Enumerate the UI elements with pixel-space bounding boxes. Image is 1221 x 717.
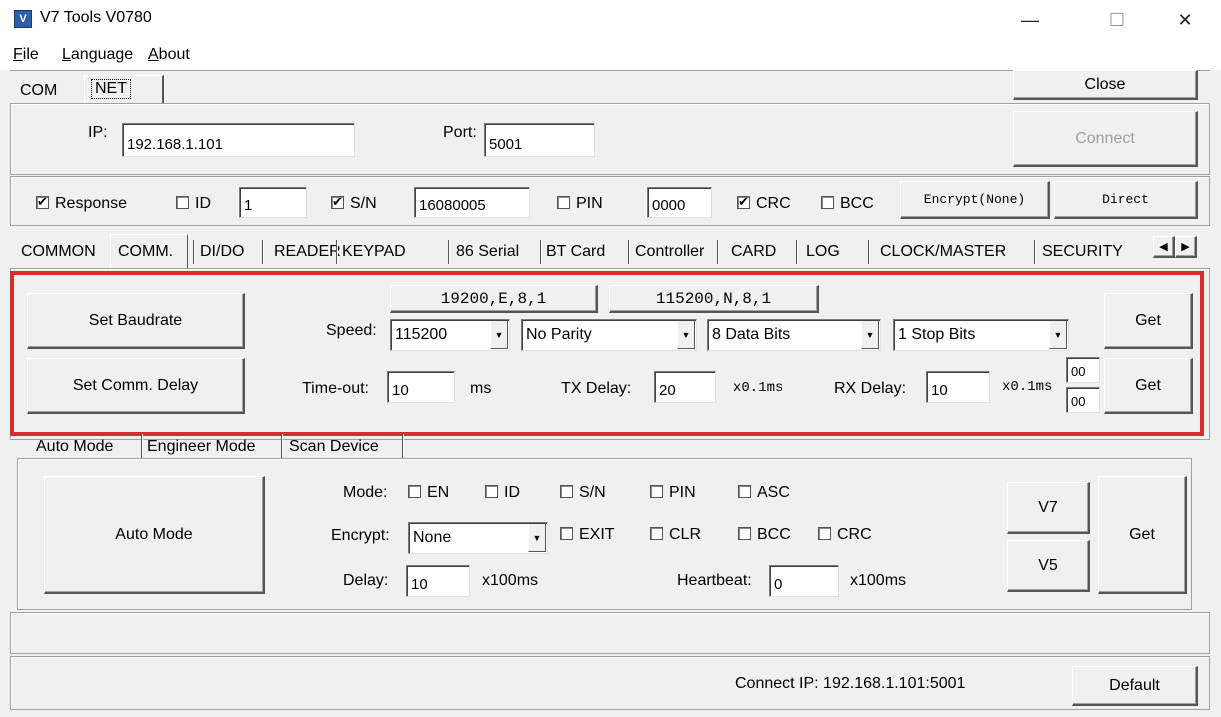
- encrypt-button[interactable]: Encrypt(None): [900, 181, 1050, 219]
- close-button[interactable]: Close: [1013, 70, 1198, 100]
- minimize-button[interactable]: —: [1003, 0, 1057, 42]
- tab-auto-mode[interactable]: Auto Mode: [36, 438, 113, 456]
- checkbox-icon: [331, 194, 344, 210]
- crc-checkbox[interactable]: CRC: [737, 194, 791, 213]
- checkbox-icon: [738, 527, 751, 540]
- ip-field[interactable]: 192.168.1.101: [122, 123, 355, 157]
- tab-log[interactable]: LOG: [806, 243, 840, 261]
- checkbox-icon: [557, 196, 570, 209]
- id-checkbox[interactable]: ID: [176, 195, 211, 213]
- bcc-mode-checkbox[interactable]: BCC: [738, 526, 791, 544]
- get-auto-button[interactable]: Get: [1098, 476, 1187, 594]
- tab-security[interactable]: SECURITY: [1042, 243, 1123, 261]
- menu-about[interactable]: About: [148, 46, 190, 64]
- tab-controller[interactable]: Controller: [635, 243, 704, 261]
- id-field[interactable]: 1: [239, 187, 307, 218]
- status-bar: [10, 656, 1210, 710]
- menu-file[interactable]: File: [13, 46, 39, 64]
- close-window-button[interactable]: ✕: [1158, 0, 1212, 42]
- tab-86-serial[interactable]: 86 Serial: [456, 243, 519, 261]
- checkbox-icon: [738, 485, 751, 498]
- heartbeat-field[interactable]: 0: [769, 565, 839, 597]
- default-button[interactable]: Default: [1072, 666, 1198, 706]
- checkbox-icon: [737, 194, 750, 210]
- checkbox-icon: [560, 485, 573, 498]
- tab-engineer-mode[interactable]: Engineer Mode: [147, 438, 256, 456]
- pin-field[interactable]: 0000: [647, 187, 712, 218]
- sn-checkbox[interactable]: S/N: [331, 194, 377, 213]
- heartbeat-label: Heartbeat:: [677, 572, 752, 589]
- connect-ip-status: Connect IP: 192.168.1.101:5001: [735, 675, 966, 692]
- connect-button[interactable]: Connect: [1013, 111, 1198, 167]
- tab-comm[interactable]: COMM.: [118, 243, 173, 261]
- port-label: Port:: [443, 124, 477, 141]
- checkbox-icon: [36, 194, 49, 210]
- clr-checkbox[interactable]: CLR: [650, 526, 701, 544]
- menu-language[interactable]: Language: [62, 46, 133, 64]
- exit-checkbox[interactable]: EXIT: [560, 526, 615, 544]
- tab-scroll-left-icon[interactable]: ◀: [1153, 236, 1175, 258]
- tab-net[interactable]: NET: [84, 75, 164, 105]
- tab-com[interactable]: COM: [20, 82, 57, 100]
- checkbox-icon: [485, 485, 498, 498]
- tab-scroll-right-icon[interactable]: ▶: [1175, 236, 1197, 258]
- checkbox-icon: [408, 485, 421, 498]
- response-checkbox[interactable]: Response: [36, 194, 127, 213]
- delay-label: Delay:: [343, 572, 389, 589]
- pin-checkbox[interactable]: PIN: [557, 195, 603, 213]
- tab-card[interactable]: CARD: [731, 243, 776, 261]
- tab-bt-card[interactable]: BT Card: [546, 243, 605, 261]
- checkbox-icon: [650, 485, 663, 498]
- encrypt-select[interactable]: None ▼: [408, 522, 548, 554]
- tab-keypad[interactable]: KEYPAD: [342, 243, 406, 261]
- bcc-checkbox[interactable]: BCC: [821, 195, 874, 213]
- delay-field[interactable]: 10: [406, 565, 470, 597]
- crc-mode-checkbox[interactable]: CRC: [818, 526, 872, 544]
- tab-scan-device[interactable]: Scan Device: [289, 438, 379, 456]
- window-title: V7 Tools V0780: [40, 9, 152, 26]
- checkbox-icon: [560, 527, 573, 540]
- checkbox-icon: [176, 196, 189, 209]
- ip-label: IP:: [88, 124, 108, 141]
- maximize-button[interactable]: ☐: [1090, 0, 1144, 42]
- id-mode-checkbox[interactable]: ID: [485, 484, 520, 502]
- pin-mode-checkbox[interactable]: PIN: [650, 484, 696, 502]
- spacer-panel: [10, 612, 1210, 654]
- v5-button[interactable]: V5: [1007, 540, 1090, 592]
- heartbeat-unit: x100ms: [850, 572, 907, 589]
- tab-common[interactable]: COMMON: [21, 243, 96, 261]
- checkbox-icon: [818, 527, 831, 540]
- highlight-box: [10, 271, 1204, 436]
- sn-field[interactable]: 16080005: [414, 187, 530, 218]
- auto-mode-button[interactable]: Auto Mode: [44, 476, 265, 594]
- dropdown-arrow-icon: ▼: [528, 524, 546, 552]
- delay-unit: x100ms: [482, 572, 539, 589]
- tab-clock-master[interactable]: CLOCK/MASTER: [880, 243, 1006, 261]
- mode-label: Mode:: [343, 484, 388, 501]
- asc-checkbox[interactable]: ASC: [738, 484, 790, 502]
- tab-dido[interactable]: DI/DO: [200, 243, 244, 261]
- checkbox-icon: [650, 527, 663, 540]
- v7-button[interactable]: V7: [1007, 482, 1090, 534]
- tab-reader[interactable]: READER: [274, 243, 341, 261]
- en-checkbox[interactable]: EN: [408, 484, 449, 502]
- sn-mode-checkbox[interactable]: S/N: [560, 484, 606, 502]
- port-field[interactable]: 5001: [484, 123, 595, 157]
- checkbox-icon: [821, 196, 834, 209]
- app-icon: V: [14, 10, 32, 28]
- encrypt-label: Encrypt:: [331, 527, 390, 544]
- direct-button[interactable]: Direct: [1054, 181, 1198, 219]
